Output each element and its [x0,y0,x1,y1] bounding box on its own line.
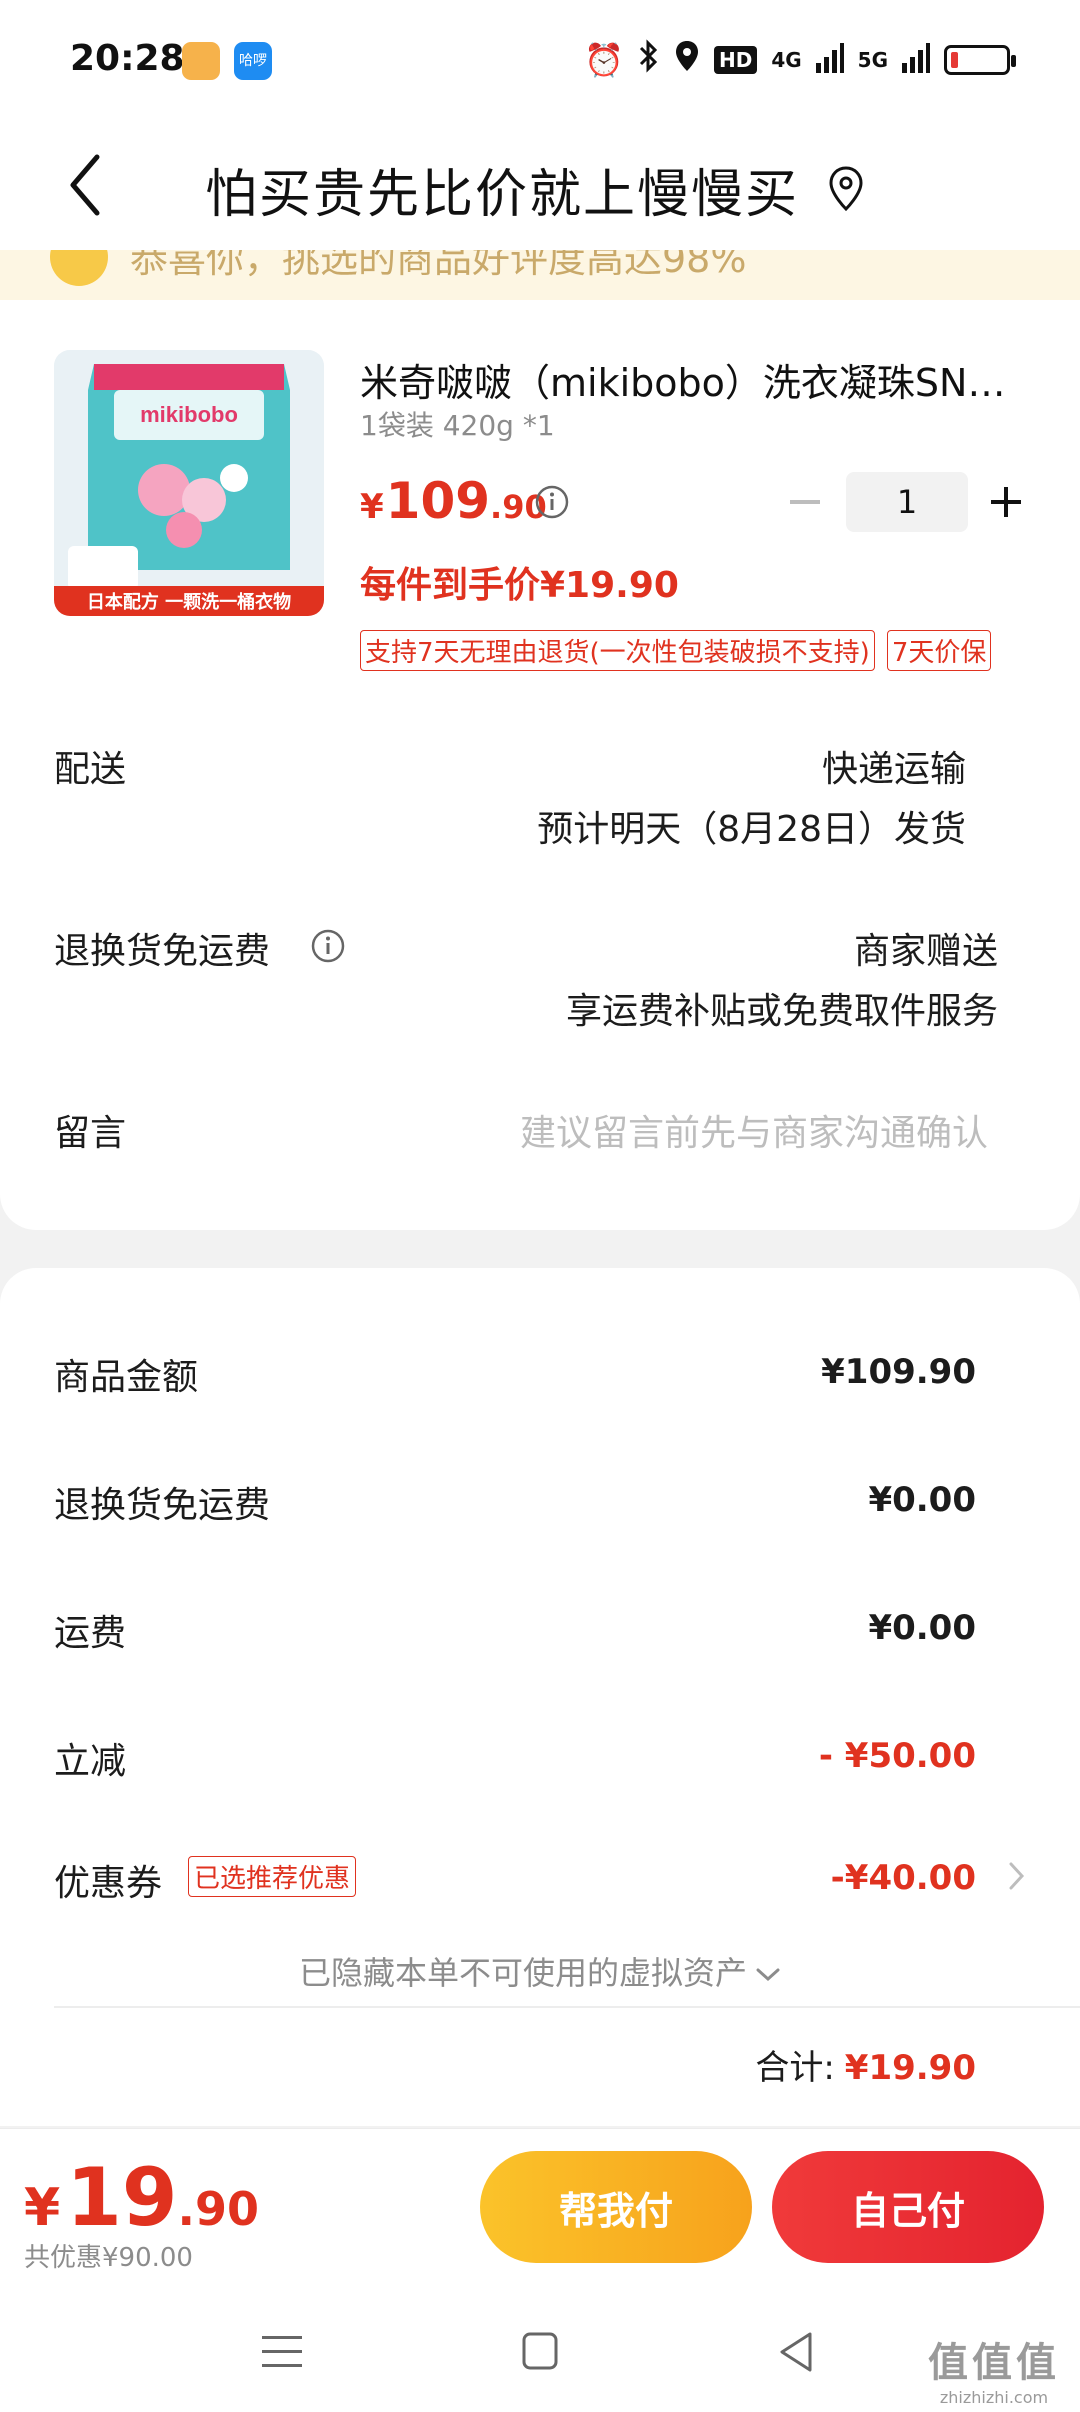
order-detail-card: mikibobo 日本配方 一颗洗一桶衣物 米奇啵啵（mikibobo）洗衣凝珠… [0,300,1080,1230]
signal-icon-1 [815,43,844,77]
hd-voice-icon: HD [713,46,758,74]
total-discount: 共优惠¥90.00 [24,2243,193,2273]
message-input[interactable]: 建议留言前先与商家沟通确认 [520,1104,988,1156]
battery-icon [944,45,1016,75]
hidden-assets-text: 已隐藏本单不可使用的虚拟资产 [298,1954,747,1992]
chevron-down-icon [756,1968,780,1982]
notice-banner: 恭喜你，挑选的商品好评度高达98% [0,250,1080,300]
divider [54,2006,1080,2008]
price-symbol: ¥ [360,487,384,527]
status-time: 20:28 [70,38,185,79]
delivery-eta: 预计明天（8月28日）发货 [537,809,966,850]
summary-label-coupon: 优惠券 [54,1863,163,1904]
price-summary-card: 商品金额 ¥109.90 退换货免运费 ¥0.00 运费 ¥0.00 立减 - … [0,1268,1080,2126]
checkout-bar: ¥ 19 .90 共优惠¥90.00 帮我付 自己付 [0,2128,1080,2288]
summary-label-return-shipping: 退换货免运费 [54,1485,271,1526]
price-protect-tag: 7天价保 [886,630,992,671]
return-shipping-label: 退换货免运费 [54,931,271,972]
pay-amount-integer: 19 [66,2151,178,2244]
watermark: 值值值 zhizhizhi.com [928,2330,1060,2407]
status-indicators: ⏰ HD 4G 5G [584,38,1016,82]
back-button[interactable] [50,150,120,220]
return-shipping-info-icon[interactable] [310,928,346,964]
pay-myself-button[interactable]: 自己付 [772,2151,1044,2263]
bluetooth-icon [638,39,660,81]
product-image[interactable]: mikibobo 日本配方 一颗洗一桶衣物 [54,350,324,616]
minus-icon [790,500,820,504]
system-back-icon[interactable] [770,2328,826,2376]
pay-amount: ¥ 19 .90 [24,2151,259,2244]
summary-value-instant-discount: - ¥50.00 [818,1736,976,1776]
location-status-icon [674,39,700,81]
hidden-assets-toggle[interactable]: 已隐藏本单不可使用的虚拟资产 [0,1948,1080,1994]
return-shipping-value: 商家赠送 [853,931,998,972]
chevron-right-icon[interactable] [1006,1856,1028,1896]
header: 怕买贵先比价就上慢慢买 [0,120,1080,250]
quantity-input[interactable]: 1 [846,472,968,532]
quantity-decrease-button[interactable] [780,472,830,532]
product-image-caption: 日本配方 一颗洗一桶衣物 [87,591,291,613]
summary-label-instant-discount: 立减 [54,1741,127,1782]
product-spec: 1袋装 420g *1 [360,409,555,442]
summary-label-shipping: 运费 [54,1613,127,1654]
total-value: ¥19.90 [844,2048,976,2088]
smile-icon [50,250,108,286]
message-label: 留言 [54,1113,127,1154]
coupon-recommended-tag: 已选推荐优惠 [188,1856,357,1897]
status-bar: 20:28 哈啰 ⏰ HD 4G 5G [0,0,1080,120]
watermark-url: zhizhizhi.com [939,2388,1049,2407]
product-title[interactable]: 米奇啵啵（mikibobo）洗衣凝珠SNK... [360,352,1010,407]
summary-value-return-shipping: ¥0.00 [868,1480,976,1520]
network-5g-label: 5G [857,48,888,72]
price-integer: 109 [385,472,491,530]
system-navigation-bar [0,2288,1080,2412]
help-me-pay-button[interactable]: 帮我付 [480,2151,752,2263]
total-row: 合计: ¥19.90 [755,2040,976,2089]
banner-text: 恭喜你，挑选的商品好评度高达98% [130,250,747,281]
delivery-method[interactable]: 快递运输 [822,740,966,792]
alarm-icon: ⏰ [584,41,624,79]
return-policy-tag: 支持7天无理由退货(一次性包装破损不支持) [360,630,875,671]
service-tags: 支持7天无理由退货(一次性包装破损不支持) 7天价保 [360,630,992,671]
network-4g-label: 4G [771,48,802,72]
total-label: 合计: [755,2048,835,2088]
summary-value-coupon[interactable]: -¥40.00 [831,1858,976,1898]
product-price: ¥ 109 .90 [360,472,547,530]
signal-icon-2 [902,43,930,77]
delivery-label: 配送 [54,749,127,790]
chevron-left-icon [70,154,100,216]
quantity-increase-button[interactable] [978,472,1034,532]
pay-amount-decimal: .90 [177,2182,260,2236]
app-notification-icon [182,42,220,80]
hello-app-icon: 哈啰 [234,42,272,80]
product-image-brand: mikibobo [140,402,238,427]
summary-value-shipping: ¥0.00 [868,1608,976,1648]
summary-value-goods: ¥109.90 [821,1352,976,1392]
recent-apps-icon[interactable] [254,2328,310,2376]
pay-amount-symbol: ¥ [24,2178,61,2238]
return-shipping-desc: 享运费补贴或免费取件服务 [565,991,998,1032]
price-info-icon[interactable] [534,484,570,520]
page-title: 怕买贵先比价就上慢慢买 [205,165,800,225]
home-icon[interactable] [512,2328,568,2376]
location-pin-icon[interactable] [826,164,866,214]
plus-icon [991,487,1021,517]
watermark-logo: 值值值 [928,2340,1060,2386]
summary-label-goods: 商品金额 [54,1357,199,1398]
final-price-note: 每件到手价¥19.90 [360,565,679,606]
